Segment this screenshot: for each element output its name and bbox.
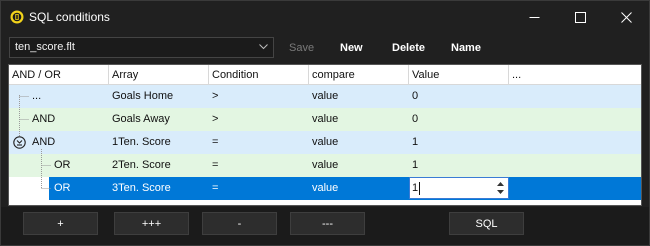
sql-button[interactable]: SQL <box>449 212 524 235</box>
minimize-icon <box>529 16 539 18</box>
window-title: SQL conditions <box>29 10 110 24</box>
editor-value: 1 <box>412 182 419 194</box>
chevron-down-icon <box>259 44 268 50</box>
cell-and-or: OR <box>54 159 71 171</box>
column-header-condition[interactable]: Condition <box>209 65 309 85</box>
spin-arrows-icon[interactable] <box>496 180 505 196</box>
column-header-value[interactable]: Value <box>409 65 509 85</box>
cell-array: 3Ten. Score <box>112 182 171 194</box>
filter-file-select[interactable]: ten_score.flt <box>9 37 274 58</box>
column-header-compare[interactable]: compare <box>309 65 409 85</box>
column-header-and-or[interactable]: AND / OR <box>9 65 109 85</box>
cell-array: Goals Away <box>112 113 170 125</box>
collapse-circle-icon[interactable] <box>13 136 26 149</box>
cell-condition: > <box>212 90 219 102</box>
value-spin-editor[interactable]: 1 <box>409 177 509 199</box>
close-button[interactable] <box>603 1 649 33</box>
table-row-selected[interactable]: OR 3Ten. Score = value 1 <box>49 177 641 200</box>
save-button[interactable]: Save <box>289 42 314 54</box>
cell-value: 0 <box>412 113 419 125</box>
cell-compare: value <box>312 159 339 171</box>
table-row[interactable]: ... Goals Home > value 0 <box>9 85 641 108</box>
cell-value: 1 <box>412 159 419 171</box>
column-header-array[interactable]: Array <box>109 65 209 85</box>
delete-button[interactable]: Delete <box>392 42 425 54</box>
cell-and-or: AND <box>32 136 56 148</box>
minimize-button[interactable] <box>511 1 557 33</box>
toolbar: ten_score.flt Save New Delete Name <box>1 33 649 63</box>
table-row[interactable]: OR 2Ten. Score = value 1 <box>9 154 641 177</box>
column-header-more[interactable]: ... <box>509 65 641 85</box>
cell-and-or: AND <box>32 113 56 125</box>
cell-and-or: OR <box>54 182 71 194</box>
cell-value: 0 <box>412 90 419 102</box>
cell-condition: = <box>212 182 219 194</box>
name-button[interactable]: Name <box>451 42 481 54</box>
cell-compare: value <box>312 136 339 148</box>
cell-compare: value <box>312 113 339 125</box>
new-button[interactable]: New <box>340 42 363 54</box>
sql-conditions-window: SQL conditions ten_score.flt Save New De… <box>0 0 650 246</box>
table-row[interactable]: AND 1Ten. Score = value 1 <box>9 131 641 154</box>
add-row-button[interactable]: + <box>23 212 98 235</box>
cell-condition: > <box>212 113 219 125</box>
maximize-button[interactable] <box>557 1 603 33</box>
remove-row-button[interactable]: - <box>202 212 277 235</box>
cell-condition: = <box>212 136 219 148</box>
maximize-icon <box>574 11 586 23</box>
cell-value: 1 <box>412 136 419 148</box>
bottom-bar: + +++ - --- SQL <box>1 207 649 245</box>
filter-file-value: ten_score.flt <box>15 41 75 53</box>
cell-condition: = <box>212 159 219 171</box>
selected-row-gutter <box>9 177 49 200</box>
cell-array: Goals Home <box>112 90 174 102</box>
text-caret <box>419 182 420 195</box>
table-row[interactable]: AND Goals Away > value 0 <box>9 108 641 131</box>
cell-compare: value <box>312 90 339 102</box>
title-bar: SQL conditions <box>1 1 649 33</box>
grid-header: AND / OR Array Condition compare Value .… <box>9 65 641 85</box>
conditions-grid[interactable]: AND / OR Array Condition compare Value .… <box>8 64 642 206</box>
close-icon <box>620 11 632 23</box>
cell-array: 1Ten. Score <box>112 136 171 148</box>
cell-array: 2Ten. Score <box>112 159 171 171</box>
app-icon <box>10 10 24 24</box>
add-many-rows-button[interactable]: +++ <box>114 212 189 235</box>
cell-and-or: ... <box>32 90 42 102</box>
cell-compare: value <box>312 182 339 194</box>
remove-many-rows-button[interactable]: --- <box>290 212 365 235</box>
